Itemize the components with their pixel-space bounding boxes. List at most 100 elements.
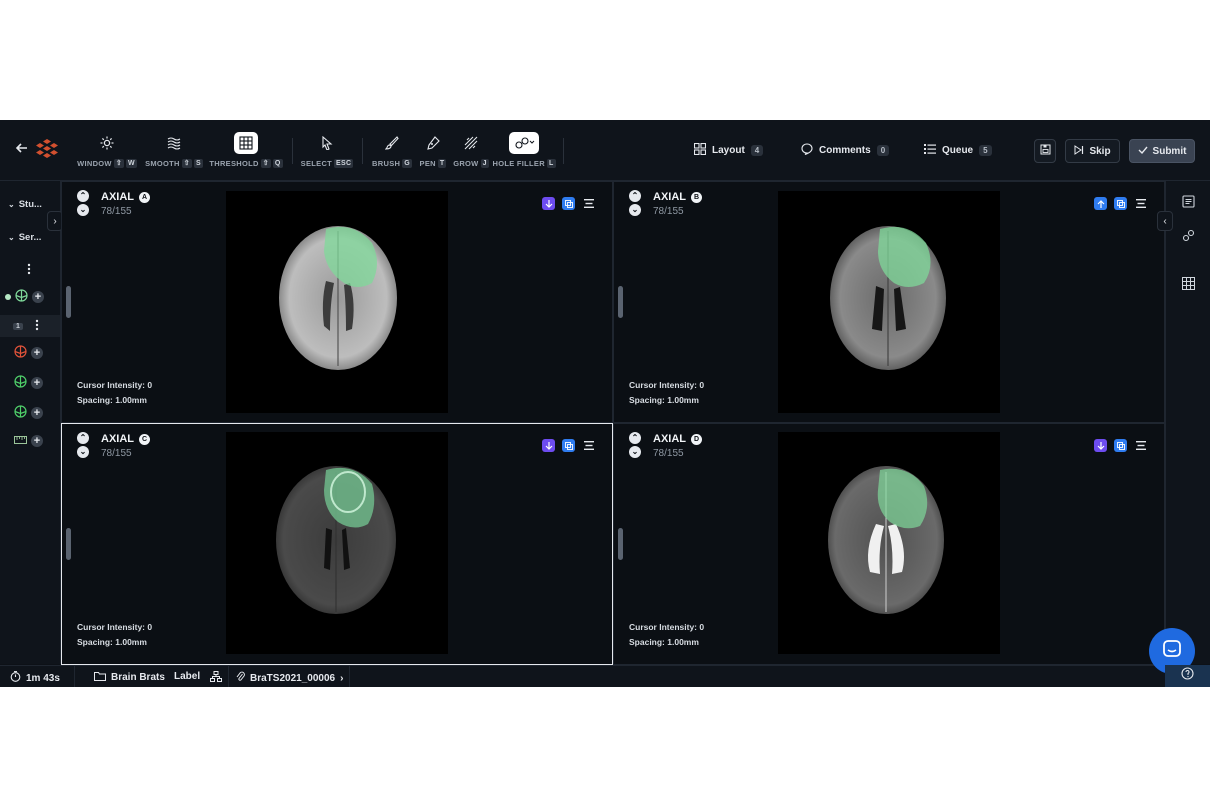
orientation-label: AXIAL [101,433,134,445]
slice-up-button[interactable]: ⌃ [629,190,641,202]
slice-scroll-handle[interactable] [618,286,623,318]
labeling-app: WINDOW ⇧ W SMOOTH ⇧ S THRESHOLD ⇧ Q SELECT ESC [0,120,1210,687]
select-tool[interactable]: SELECT ESC [300,132,354,168]
slice-scroll-handle[interactable] [66,286,71,318]
segment-row-selected[interactable]: 1 [0,315,60,337]
comments-label: Comments [819,144,871,156]
toolbar-divider [362,138,363,164]
slice-scroll-handle[interactable] [66,528,71,560]
segment-row[interactable]: + [14,375,43,391]
hierarchy-button[interactable] [210,671,222,685]
timer-text: 1m 43s [26,672,60,684]
status-divider [349,666,350,687]
hamburger-menu-icon[interactable] [582,197,595,210]
slice-down-button[interactable]: ⌄ [77,204,89,216]
collapse-right-panel-button[interactable]: ‹ [1157,211,1173,231]
brush-tool-label: BRUSH [372,159,401,168]
project-name: Brain Brats [111,672,165,683]
pen-icon [421,132,445,154]
slice-up-button[interactable]: ⌃ [629,432,641,444]
arrow-down-icon[interactable] [542,197,555,210]
slice-down-button[interactable]: ⌄ [629,446,641,458]
copy-icon[interactable] [562,197,575,210]
grid-icon[interactable] [1180,275,1196,291]
add-segment-button[interactable]: + [31,377,43,389]
mri-slice-image [778,191,1000,413]
slice-down-button[interactable]: ⌄ [77,446,89,458]
project-link[interactable]: Brain Brats [94,671,165,684]
segment-row[interactable]: + [5,289,44,305]
hamburger-menu-icon[interactable] [1134,439,1147,452]
nodes-icon[interactable] [1180,227,1196,243]
submit-button[interactable]: Submit [1129,139,1195,163]
slice-up-button[interactable]: ⌃ [77,190,89,202]
shortcut-key: ESC [334,159,354,168]
series-options-button[interactable] [27,263,31,278]
viewport-b[interactable]: ⌃ ⌄ AXIAL B 78/155 Cursor Intensity: 0 Sp… [613,181,1165,423]
slice-scroll-handle[interactable] [618,528,623,560]
segment-row[interactable]: + [14,345,43,361]
viewport-a[interactable]: ⌃ ⌄ AXIAL A 78/155 Cursor Intensity: 0 Sp… [61,181,613,423]
series-section-header[interactable]: ⌄ Ser... [8,232,41,243]
toolbar-divider [563,138,564,164]
save-draft-button[interactable] [1034,139,1056,163]
orientation-label: AXIAL [653,191,686,203]
smooth-tool[interactable]: SMOOTH ⇧ S [145,132,203,168]
hamburger-menu-icon[interactable] [1134,197,1147,210]
help-button[interactable] [1165,665,1210,687]
comment-bubble-icon [801,142,813,158]
document-icon[interactable] [1180,193,1196,209]
skip-button[interactable]: Skip [1065,139,1120,163]
add-segment-button[interactable]: + [32,291,44,303]
slice-down-button[interactable]: ⌄ [629,204,641,216]
shortcut-key: J [480,159,489,168]
submit-label: Submit [1152,145,1187,157]
add-measurement-button[interactable]: + [31,435,43,447]
hamburger-menu-icon[interactable] [582,439,595,452]
arrow-up-icon[interactable] [1094,197,1107,210]
arrow-down-icon[interactable] [1094,439,1107,452]
shortcut-key: ⇧ [113,159,124,168]
chevron-down-icon: ⌄ [8,233,15,242]
spacing-text: Spacing: 1.00mm [77,395,147,405]
dataset-link[interactable]: BraTS2021_00006 › [236,671,343,685]
add-segment-button[interactable]: + [31,347,43,359]
viewport-c[interactable]: ⌃ ⌄ AXIAL C 78/155 Cursor Intensity: 0 Sp… [61,423,613,665]
select-tool-label: SELECT [300,159,333,168]
brush-tool[interactable]: BRUSH G [372,132,412,168]
copy-icon[interactable] [1114,197,1127,210]
more-vertical-icon[interactable] [35,319,39,334]
ruler-icon [14,435,27,447]
measurement-row[interactable]: + [14,435,43,447]
viewport-d[interactable]: ⌃ ⌄ AXIAL D 78/155 Cursor Intensity: 0 Sp… [613,423,1165,665]
study-section-header[interactable]: ⌄ Stu... [8,199,42,210]
queue-button[interactable]: Queue 5 [924,140,992,160]
viewport-info: Cursor Intensity: 0 Spacing: 1.00mm [77,378,152,408]
label-link[interactable]: Label [174,671,200,682]
layout-button[interactable]: Layout 4 [693,140,764,160]
threshold-tool[interactable]: THRESHOLD ⇧ Q [209,132,283,168]
smooth-tool-label: SMOOTH [145,159,180,168]
cursor-intensity-text: Cursor Intensity: 0 [629,380,705,390]
segment-row[interactable]: + [14,405,43,421]
viewport-actions [542,439,595,452]
spacing-text: Spacing: 1.00mm [77,637,147,647]
copy-icon[interactable] [1114,439,1127,452]
viewport-letter-badge: A [139,191,150,203]
shortcut-key: L [546,159,556,168]
add-segment-button[interactable]: + [31,407,43,419]
grow-tool[interactable]: GROW J [453,132,489,168]
slice-up-button[interactable]: ⌃ [77,432,89,444]
copy-icon[interactable] [562,439,575,452]
layout-grid-icon [693,142,707,158]
window-tool[interactable]: WINDOW ⇧ W [76,132,138,168]
more-vertical-icon [27,263,31,278]
comments-button[interactable]: Comments 0 [801,140,890,160]
pen-tool[interactable]: PEN T [417,132,449,168]
back-arrow-icon[interactable] [15,141,29,160]
chevron-left-icon: ‹ [1163,215,1167,227]
sun-icon [95,132,119,154]
hole-filler-tool[interactable]: HOLE FILLER L [492,132,556,168]
folder-icon [94,671,106,684]
arrow-down-icon[interactable] [542,439,555,452]
